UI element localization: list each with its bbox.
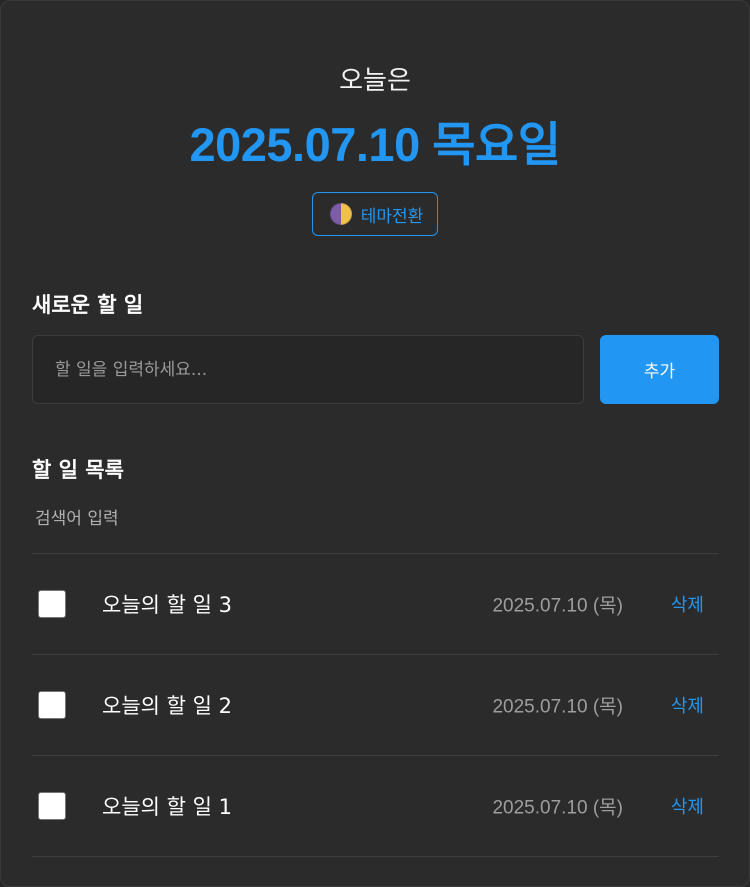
todo-text: 오늘의 할 일 3 — [102, 593, 232, 617]
todo-list-title: 할 일 목록 — [32, 458, 124, 482]
today-label: 오늘은 — [339, 66, 411, 96]
todo-item: 오늘의 할 일 1 2025.07.10 (목) 삭제 — [32, 756, 719, 857]
new-todo-title: 새로운 할 일 — [32, 293, 144, 317]
todo-checkbox[interactable] — [38, 691, 66, 719]
delete-button[interactable]: 삭제 — [671, 793, 704, 819]
new-todo-input[interactable] — [32, 335, 584, 404]
header: 오늘은 2025.07.10 목요일 테마전환 — [1, 59, 749, 236]
todo-checkbox[interactable] — [38, 590, 66, 618]
todo-date: 2025.07.10 (목) — [492, 595, 623, 617]
theme-toggle-button[interactable]: 테마전환 — [311, 192, 439, 236]
todo-item: 오늘의 할 일 2 2025.07.10 (목) 삭제 — [32, 655, 719, 756]
todo-date: 2025.07.10 (목) — [492, 696, 623, 718]
date-title: 2025.07.10 목요일 — [189, 118, 561, 171]
todo-item: 오늘의 할 일 3 2025.07.10 (목) 삭제 — [32, 554, 719, 655]
todo-checkbox[interactable] — [38, 792, 66, 820]
delete-button[interactable]: 삭제 — [671, 692, 704, 718]
todo-text: 오늘의 할 일 1 — [102, 795, 232, 819]
todo-text: 오늘의 할 일 2 — [102, 694, 232, 718]
todo-list: 오늘의 할 일 3 2025.07.10 (목) 삭제 오늘의 할 일 2 20… — [32, 553, 719, 857]
todo-app-card: 오늘은 2025.07.10 목요일 테마전환 새로운 할 일 추가 할 일 목… — [0, 0, 750, 887]
todo-date: 2025.07.10 (목) — [492, 797, 623, 819]
add-todo-button[interactable]: 추가 — [600, 335, 719, 404]
theme-toggle-label: 테마전환 — [360, 206, 424, 226]
search-input[interactable] — [32, 501, 719, 537]
delete-button[interactable]: 삭제 — [671, 591, 704, 617]
half-moon-icon — [329, 203, 352, 225]
